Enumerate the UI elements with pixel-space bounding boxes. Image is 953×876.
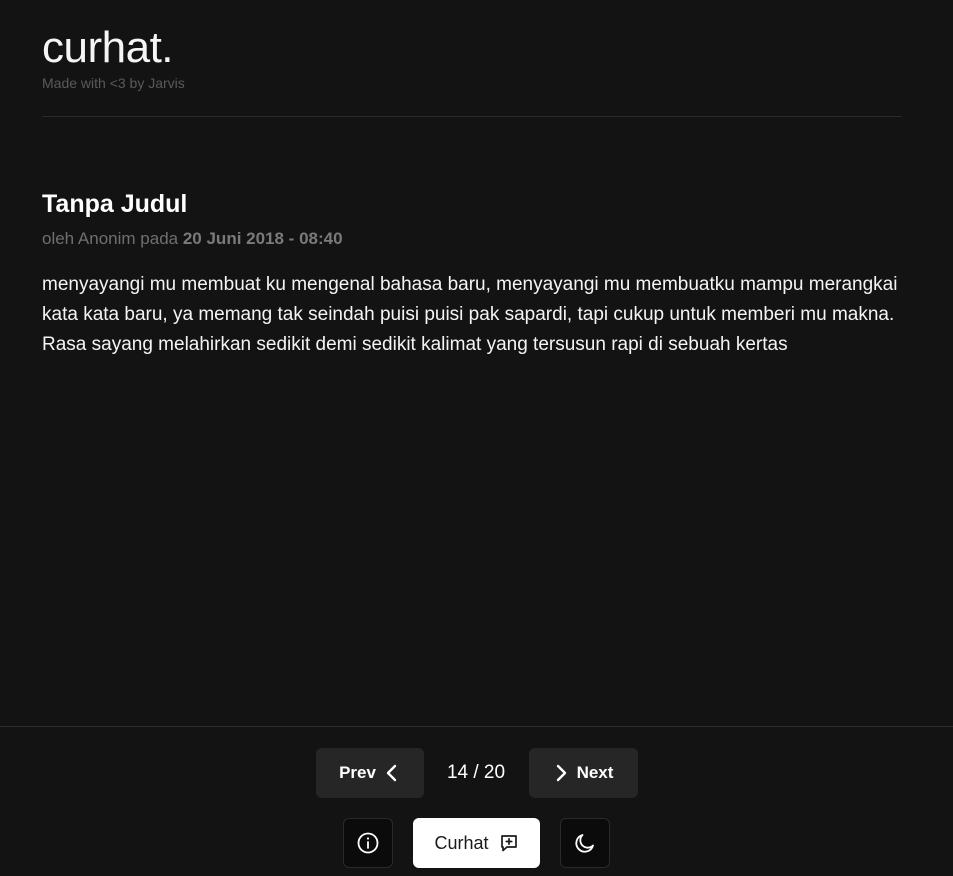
pagination: Prev 14 / 20 Next bbox=[0, 748, 953, 798]
message-plus-icon bbox=[499, 833, 519, 853]
footer-bar: Prev 14 / 20 Next Curhat bbox=[0, 726, 953, 876]
post: Tanpa Judul oleh Anonim pada 20 Juni 201… bbox=[42, 188, 912, 379]
chevron-right-icon bbox=[553, 764, 569, 782]
post-author: oleh Anonim pada bbox=[42, 229, 183, 248]
page: curhat. Made with <3 by Jarvis Tanpa Jud… bbox=[0, 0, 953, 876]
chevron-left-icon bbox=[384, 764, 400, 782]
action-bar: Curhat bbox=[0, 818, 953, 868]
curhat-button[interactable]: Curhat bbox=[413, 818, 540, 868]
page-indicator: 14 / 20 bbox=[446, 762, 506, 783]
site-header: curhat. Made with <3 by Jarvis bbox=[42, 22, 902, 92]
post-body: menyayangi mu membuat ku mengenal bahasa… bbox=[42, 274, 898, 355]
theme-toggle-button[interactable] bbox=[560, 818, 610, 868]
site-tagline: Made with <3 by Jarvis bbox=[42, 75, 185, 91]
next-button[interactable]: Next bbox=[528, 748, 638, 798]
info-button[interactable] bbox=[343, 818, 393, 868]
site-brand[interactable]: curhat. bbox=[42, 22, 902, 74]
header-divider bbox=[42, 116, 902, 117]
curhat-label: Curhat bbox=[434, 832, 489, 853]
next-label: Next bbox=[576, 763, 614, 782]
post-title: Tanpa Judul bbox=[42, 190, 188, 218]
info-icon bbox=[356, 831, 380, 855]
post-meta: oleh Anonim pada 20 Juni 2018 - 08:40 bbox=[42, 228, 912, 250]
prev-label: Prev bbox=[339, 763, 376, 782]
moon-icon bbox=[573, 831, 597, 855]
prev-button[interactable]: Prev bbox=[315, 748, 424, 798]
post-date: 20 Juni 2018 - 08:40 bbox=[182, 229, 343, 248]
